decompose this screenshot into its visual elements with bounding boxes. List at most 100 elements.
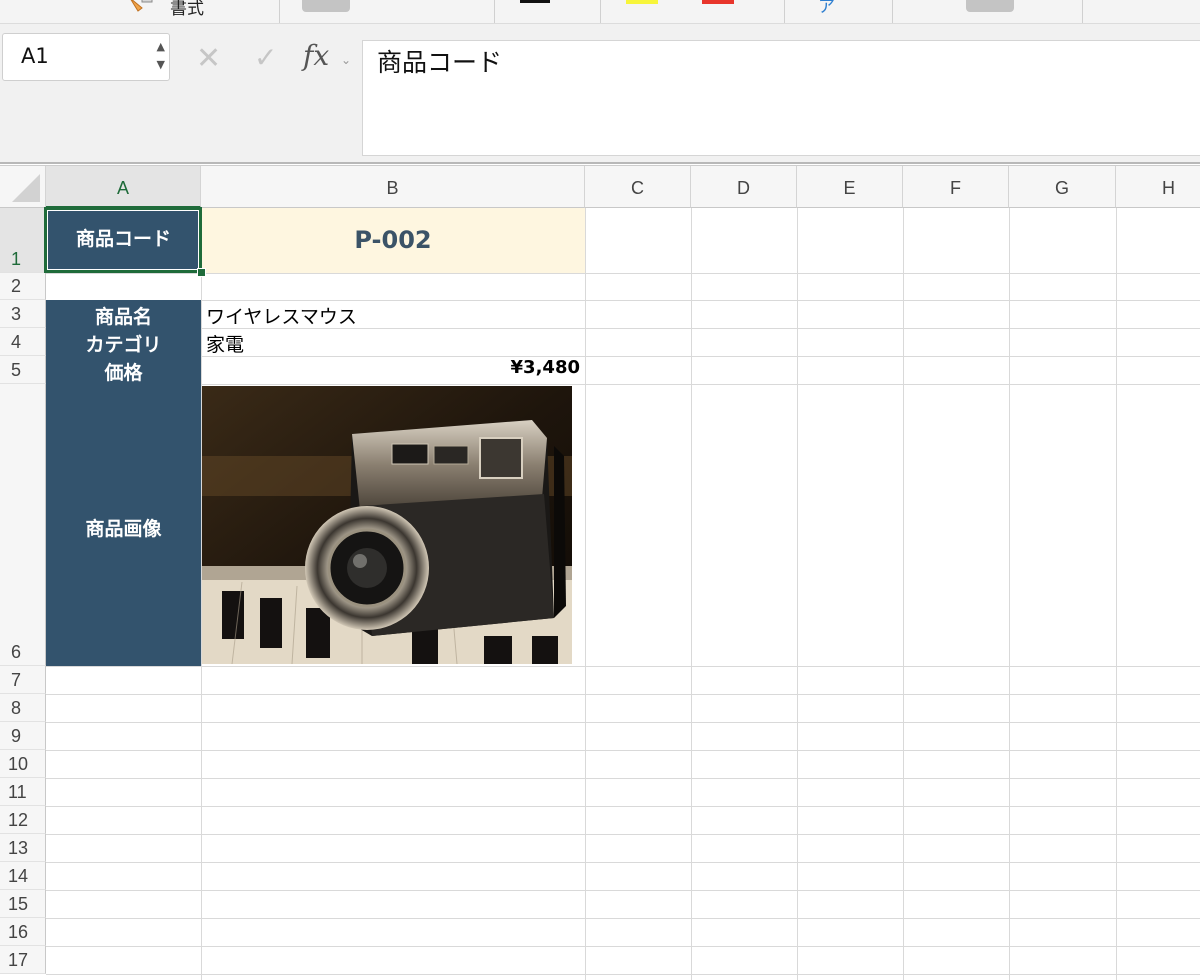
row-header-16[interactable]: 16 bbox=[0, 918, 46, 946]
row-number: 10 bbox=[8, 754, 29, 774]
row-number: 15 bbox=[8, 894, 29, 914]
row-header-12[interactable]: 12 bbox=[0, 806, 46, 834]
formula-input[interactable]: 商品コード bbox=[362, 40, 1200, 156]
ribbon-separator bbox=[600, 0, 601, 23]
grid-line bbox=[46, 974, 1200, 975]
grid-line bbox=[797, 208, 798, 980]
fill-color-swatch[interactable] bbox=[626, 0, 658, 4]
column-header-e[interactable]: E bbox=[797, 166, 903, 208]
row-number: 2 bbox=[11, 276, 22, 296]
row-header-9[interactable]: 9 bbox=[0, 722, 46, 750]
formula-bar-divider[interactable] bbox=[0, 162, 1200, 164]
ribbon-button[interactable] bbox=[302, 0, 350, 12]
row-number: 16 bbox=[8, 922, 29, 942]
row-number: 8 bbox=[11, 698, 22, 718]
grid-line bbox=[46, 273, 1200, 274]
row-header-8[interactable]: 8 bbox=[0, 694, 46, 722]
grid-line bbox=[46, 890, 1200, 891]
row-number: 12 bbox=[8, 810, 29, 830]
grid-line bbox=[46, 834, 1200, 835]
cell-b1-product-code-value[interactable]: P-002 bbox=[201, 208, 585, 273]
row-number: 14 bbox=[8, 866, 29, 886]
cell-b4-category[interactable]: 家電 bbox=[206, 330, 244, 357]
select-all-triangle-icon bbox=[12, 174, 40, 202]
row-number: 3 bbox=[11, 304, 22, 324]
row-header-1[interactable]: 1 bbox=[0, 208, 46, 273]
formula-content[interactable]: 商品コード bbox=[377, 43, 502, 79]
cell-a1-product-code-label[interactable]: 商品コード bbox=[46, 208, 201, 273]
row-number: 1 bbox=[11, 249, 22, 269]
grid-line bbox=[46, 778, 1200, 779]
font-color-swatch[interactable] bbox=[702, 0, 734, 4]
product-photo-camera[interactable] bbox=[202, 386, 572, 664]
row-header-7[interactable]: 7 bbox=[0, 666, 46, 694]
cell-b5-price[interactable]: ¥3,480 bbox=[201, 357, 580, 378]
name-box-value[interactable]: A1 bbox=[21, 44, 49, 68]
cancel-icon[interactable]: ✕ bbox=[196, 44, 221, 74]
row-number: 5 bbox=[11, 360, 22, 380]
grid-line bbox=[46, 722, 1200, 723]
ribbon-strip: 書式 ア bbox=[0, 0, 1200, 24]
row-header-3[interactable]: 3 bbox=[0, 300, 46, 328]
cell-b3-product-name[interactable]: ワイヤレスマウス bbox=[206, 302, 357, 329]
spreadsheet-grid[interactable]: A B C D E F G H 1 2 3 4 5 6 7 8 9 10 11 … bbox=[0, 166, 1200, 980]
ribbon-separator bbox=[892, 0, 893, 23]
row-header-10[interactable]: 10 bbox=[0, 750, 46, 778]
insert-function-icon[interactable]: fx bbox=[303, 42, 329, 70]
grid-line bbox=[46, 806, 1200, 807]
row-number: 6 bbox=[11, 642, 22, 662]
stepper-down-icon[interactable]: ▼ bbox=[157, 58, 165, 71]
column-header-a[interactable]: A bbox=[46, 166, 201, 208]
grid-line bbox=[46, 694, 1200, 695]
grid-line bbox=[46, 384, 1200, 385]
grid-line bbox=[691, 208, 692, 980]
column-header-b[interactable]: B bbox=[201, 166, 585, 208]
name-box[interactable]: A1 ▲ ▼ bbox=[2, 33, 170, 81]
row-header-2[interactable]: 2 bbox=[0, 273, 46, 300]
row-header-15[interactable]: 15 bbox=[0, 890, 46, 918]
grid-line bbox=[46, 918, 1200, 919]
column-header-c[interactable]: C bbox=[585, 166, 691, 208]
product-name-label: 商品名 bbox=[94, 306, 152, 328]
row-header-17[interactable]: 17 bbox=[0, 946, 46, 974]
price-label: 価格 bbox=[104, 362, 143, 384]
grid-line bbox=[1009, 208, 1010, 980]
phonetic-guide-icon[interactable]: ア bbox=[818, 0, 835, 17]
grid-line bbox=[903, 208, 904, 980]
row-header-5[interactable]: 5 bbox=[0, 356, 46, 384]
cell-a3-a6-label-block[interactable]: 商品名 カテゴリ 価格 商品画像 bbox=[46, 300, 201, 666]
select-all-button[interactable] bbox=[0, 166, 46, 208]
ribbon-separator bbox=[1082, 0, 1083, 23]
row-header-13[interactable]: 13 bbox=[0, 834, 46, 862]
row-number: 13 bbox=[8, 838, 29, 858]
grid-line bbox=[585, 208, 586, 980]
grid-line bbox=[46, 300, 1200, 301]
row-number: 9 bbox=[11, 726, 22, 746]
row-number: 4 bbox=[11, 332, 22, 352]
row-header-14[interactable]: 14 bbox=[0, 862, 46, 890]
column-header-h[interactable]: H bbox=[1116, 166, 1200, 208]
ribbon-separator bbox=[784, 0, 785, 23]
border-color-swatch[interactable] bbox=[520, 0, 550, 3]
fill-handle[interactable] bbox=[197, 268, 206, 277]
column-header-f[interactable]: F bbox=[903, 166, 1009, 208]
row-header-6[interactable]: 6 bbox=[0, 384, 46, 666]
grid-line bbox=[46, 946, 1200, 947]
grid-line bbox=[46, 862, 1200, 863]
formula-bar-area: A1 ▲ ▼ ✕ ✓ fx ⌄ 商品コード bbox=[0, 24, 1200, 162]
enter-checkmark-icon[interactable]: ✓ bbox=[254, 44, 277, 72]
product-image-label: 商品画像 bbox=[85, 518, 162, 540]
row-number: 7 bbox=[11, 670, 22, 690]
stepper-up-icon[interactable]: ▲ bbox=[157, 40, 165, 53]
paintbrush-icon[interactable] bbox=[128, 0, 158, 14]
column-header-g[interactable]: G bbox=[1009, 166, 1116, 208]
format-button-label[interactable]: 書式 bbox=[170, 0, 204, 19]
category-label: カテゴリ bbox=[85, 334, 162, 356]
row-header-4[interactable]: 4 bbox=[0, 328, 46, 356]
grid-line bbox=[1116, 208, 1117, 980]
row-header-11[interactable]: 11 bbox=[0, 778, 46, 806]
ribbon-button[interactable] bbox=[966, 0, 1014, 12]
ribbon-separator bbox=[494, 0, 495, 23]
chevron-down-icon[interactable]: ⌄ bbox=[341, 53, 351, 67]
column-header-d[interactable]: D bbox=[691, 166, 797, 208]
